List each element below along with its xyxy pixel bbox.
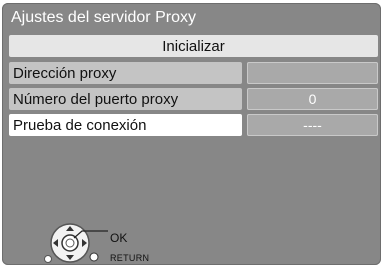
remote-dpad-icon: [44, 223, 108, 263]
return-label: RETURN: [110, 253, 150, 263]
proxy-port-value[interactable]: 0: [247, 88, 378, 110]
initialize-button[interactable]: Inicializar: [9, 35, 378, 57]
remote-nav-hint: OK RETURN: [42, 219, 172, 265]
proxy-port-label[interactable]: Número del puerto proxy: [9, 88, 242, 110]
proxy-settings-screen: Ajustes del servidor Proxy Inicializar D…: [2, 3, 381, 265]
ok-label: OK: [110, 231, 128, 245]
connection-test-label[interactable]: Prueba de conexión: [9, 114, 242, 136]
proxy-address-label[interactable]: Dirección proxy: [9, 62, 242, 84]
page-title: Ajustes del servidor Proxy: [11, 9, 196, 26]
proxy-address-value[interactable]: [247, 62, 378, 84]
connection-test-value[interactable]: ----: [247, 114, 378, 136]
